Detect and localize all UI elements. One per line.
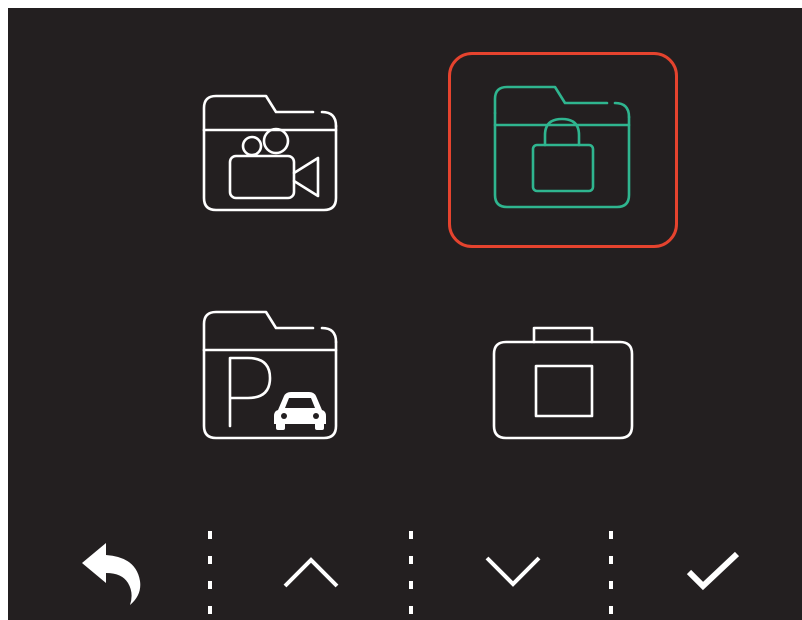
divider <box>409 531 413 620</box>
divider <box>609 531 613 620</box>
menu-item-locked-files[interactable] <box>448 52 678 248</box>
confirm-button[interactable] <box>618 523 802 620</box>
down-button[interactable] <box>418 523 608 620</box>
parking-folder-icon <box>202 310 338 440</box>
chevron-up-icon <box>283 556 339 587</box>
checkmark-icon <box>686 551 740 590</box>
menu-item-video-files[interactable] <box>168 68 378 248</box>
menu-item-photo-files[interactable] <box>458 298 668 478</box>
up-button[interactable] <box>216 523 406 620</box>
dashcam-menu-screen <box>8 8 802 620</box>
locked-folder-icon <box>493 85 631 209</box>
divider <box>208 531 212 620</box>
control-bar <box>8 523 802 620</box>
video-folder-icon <box>202 94 338 212</box>
photo-camera-icon <box>492 326 634 440</box>
chevron-down-icon <box>485 556 541 587</box>
menu-item-parking-files[interactable] <box>168 298 378 478</box>
back-arrow-icon <box>82 542 141 605</box>
back-button[interactable] <box>18 523 208 620</box>
